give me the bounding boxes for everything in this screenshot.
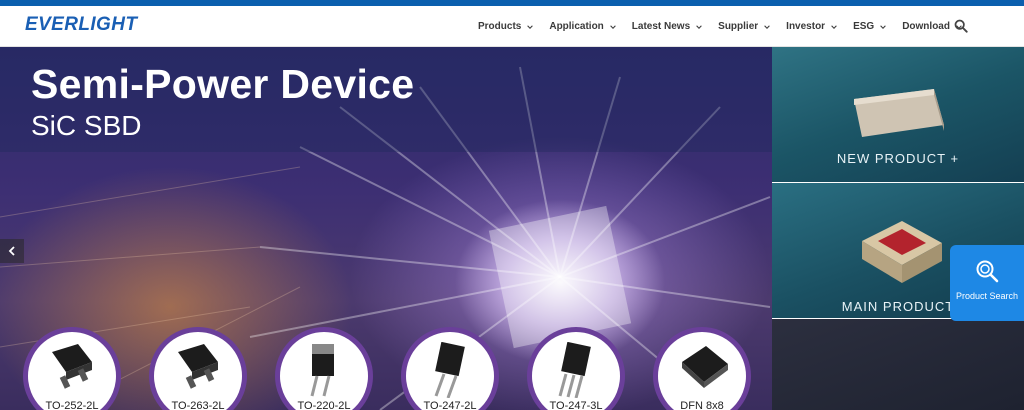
nav-investor[interactable]: Investor — [786, 21, 837, 32]
carousel-prev-button[interactable] — [0, 239, 24, 263]
search-icon[interactable] — [954, 19, 968, 33]
nav-label: Investor — [786, 21, 826, 32]
news-tile[interactable] — [772, 319, 1024, 410]
nav-label: Application — [549, 21, 604, 32]
package-label: TO-252-2L — [45, 400, 99, 410]
chevron-down-icon — [831, 24, 837, 29]
hero-title: Semi-Power Device — [31, 61, 415, 107]
package-label: TO-263-2L — [171, 400, 225, 410]
everlight-logo[interactable]: EVERLIGHT — [25, 14, 137, 36]
chevron-down-icon — [764, 24, 770, 29]
nav-application[interactable]: Application — [549, 21, 616, 32]
nav-esg[interactable]: ESG — [853, 21, 886, 32]
chevron-down-icon — [880, 24, 886, 29]
nav-label: Latest News — [631, 21, 691, 32]
product-search-button[interactable]: Product Search — [950, 245, 1024, 321]
chevron-left-icon — [8, 246, 15, 256]
package-image — [52, 344, 92, 389]
nav-label: Supplier — [718, 21, 759, 32]
chevron-down-icon — [696, 24, 702, 29]
hero-banner: Semi-Power Device SiC SBD TO-252-2L TO-2… — [0, 47, 772, 410]
product-search-label: Product Search — [955, 291, 1019, 301]
nav-products[interactable]: Products — [478, 21, 534, 32]
nav-label: Download — [902, 21, 950, 32]
nav-supplier[interactable]: Supplier — [718, 21, 770, 32]
package-image — [178, 344, 218, 389]
hero-subtitle: SiC SBD — [31, 110, 142, 141]
led-component-image — [854, 89, 944, 137]
magnifier-icon — [976, 260, 999, 283]
nav-label: Products — [478, 21, 522, 32]
site-header: EVERLIGHT Products Application Latest Ne… — [0, 6, 1024, 47]
smd-led-image — [862, 221, 942, 283]
side-panel: NEW PRODUCT + MAIN PRODUCT — [772, 47, 1024, 410]
package-image — [310, 344, 334, 397]
package-label: DFN 8x8 — [680, 400, 724, 410]
nav-latest-news[interactable]: Latest News — [632, 21, 702, 32]
chevron-down-icon — [527, 24, 534, 29]
new-product-label: NEW PRODUCT + — [836, 151, 960, 166]
new-product-tile[interactable]: NEW PRODUCT + — [772, 47, 1024, 182]
package-image — [682, 346, 728, 388]
package-image — [434, 342, 465, 398]
chevron-down-icon — [610, 24, 616, 29]
package-label: TO-247-2L — [423, 400, 477, 410]
main-nav: Products Application Latest News Supplie… — [478, 6, 978, 47]
package-label: TO-220-2L — [297, 400, 351, 410]
package-label: TO-247-3L — [549, 400, 603, 410]
package-image — [558, 342, 591, 398]
nav-label: ESG — [853, 21, 875, 32]
